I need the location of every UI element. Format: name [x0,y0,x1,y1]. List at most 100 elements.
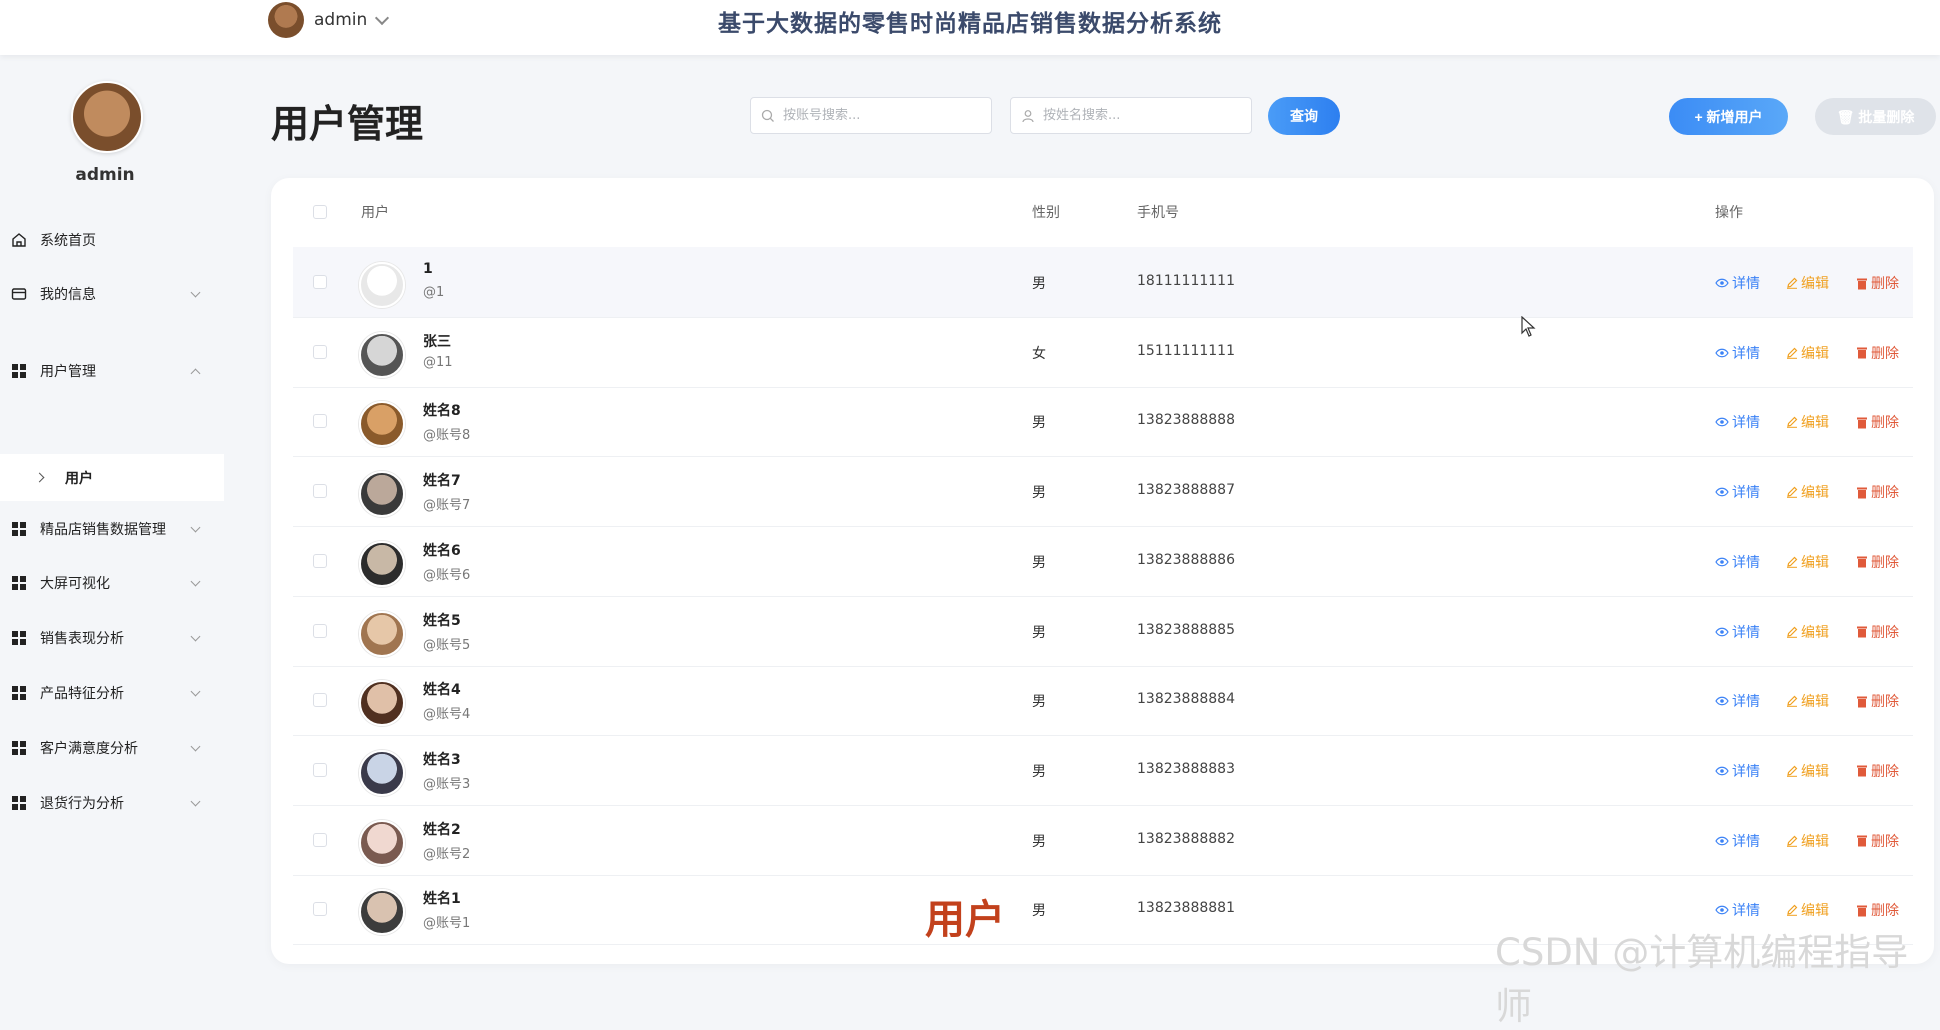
detail-button[interactable]: 详情 [1715,552,1760,572]
detail-button[interactable]: 详情 [1715,412,1760,432]
row-checkbox[interactable] [313,832,327,847]
sidebar-subitem-users[interactable]: 用户 [0,454,224,501]
delete-button[interactable]: 删除 [1856,691,1899,711]
eye-icon [1715,557,1729,567]
select-all-checkbox[interactable] [313,205,327,219]
overlay-label: 用户 [925,897,1005,943]
row-checkbox[interactable] [313,553,327,568]
sidebar-item-product-features[interactable]: 产品特征分析 [0,673,225,713]
row-checkbox[interactable] [313,344,327,359]
sidebar-item-home[interactable]: 系统首页 [0,220,225,260]
eye-icon [1715,418,1729,427]
sidebar-item-label: 退货行为分析 [40,796,124,812]
search-name-field[interactable] [1010,97,1252,134]
table-row: 姓名6 @账号6 男 13823888886 详情 编辑 删除 [293,526,1913,597]
sidebar-item-sales-performance[interactable]: 销售表现分析 [0,618,225,658]
sidebar-item-my-info[interactable]: 我的信息 [0,274,225,314]
row-checkbox[interactable] [313,762,327,777]
user-account: @账号4 [423,707,471,723]
eye-icon [1715,836,1729,845]
delete-button[interactable]: 删除 [1856,761,1899,781]
edit-button[interactable]: 编辑 [1786,412,1829,432]
detail-button[interactable]: 详情 [1715,622,1760,642]
detail-button[interactable]: 详情 [1715,900,1760,920]
edit-button[interactable]: 编辑 [1786,552,1829,572]
delete-button[interactable]: 删除 [1856,273,1899,293]
row-checkbox[interactable] [313,623,327,638]
search-account-input[interactable] [781,107,975,124]
delete-button[interactable]: 删除 [1856,343,1899,363]
sidebar-item-label: 精品店销售数据管理 [40,522,166,538]
delete-label: 删除 [1871,903,1899,920]
user-phone: 13823888882 [1137,830,1235,847]
detail-button[interactable]: 详情 [1715,761,1760,781]
eye-icon [1715,348,1729,358]
user-gender: 男 [1032,276,1046,292]
sidebar-item-big-screen[interactable]: 大屏可视化 [0,563,225,603]
delete-button[interactable]: 删除 [1856,622,1899,642]
detail-button[interactable]: 详情 [1715,831,1760,851]
edit-label: 编辑 [1801,833,1829,850]
sidebar-item-return-behavior[interactable]: 退货行为分析 [0,783,225,823]
edit-label: 编辑 [1801,415,1829,432]
sidebar-item-user-management[interactable]: 用户管理 [0,351,225,391]
sidebar-item-sales-data[interactable]: 精品店销售数据管理 [0,509,225,549]
grid-icon [10,629,28,647]
user-phone: 13823888883 [1137,760,1235,777]
detail-button[interactable]: 详情 [1715,482,1760,502]
sidebar-username: admin [75,165,135,185]
edit-button[interactable]: 编辑 [1786,343,1829,363]
edit-button[interactable]: 编辑 [1786,622,1829,642]
user-gender: 男 [1032,763,1046,780]
search-name-input[interactable] [1041,107,1235,124]
chevron-right-icon [34,472,45,483]
eye-icon [1715,905,1729,915]
row-checkbox[interactable] [313,414,327,429]
user-gender: 男 [1032,624,1046,641]
user-phone: 18111111111 [1137,273,1235,289]
user-gender: 男 [1032,415,1046,432]
sidebar-item-customer-satisfaction[interactable]: 客户满意度分析 [0,728,225,768]
user-account: @账号2 [423,846,471,862]
sidebar-item-label: 产品特征分析 [40,686,124,702]
table-header: 用户 性别 手机号 操作 [293,178,1913,245]
detail-button[interactable]: 详情 [1715,273,1760,293]
row-checkbox[interactable] [313,902,327,917]
delete-button[interactable]: 删除 [1856,412,1899,432]
grid-icon [10,739,28,757]
row-checkbox[interactable] [313,484,327,499]
search-icon [761,109,774,122]
edit-label: 编辑 [1801,276,1829,292]
user-icon [1022,109,1034,122]
delete-button[interactable]: 删除 [1856,831,1899,851]
edit-button[interactable]: 编辑 [1786,900,1829,920]
delete-button[interactable]: 删除 [1856,482,1899,502]
edit-label: 编辑 [1801,763,1829,780]
delete-button[interactable]: 删除 [1856,900,1899,920]
row-checkbox[interactable] [313,275,327,289]
sidebar: admin 系统首页 我的信息 用户管理 用户 精品店销售数据管理 大屏可视化 … [0,55,225,978]
pencil-icon [1787,417,1798,429]
add-user-button[interactable]: + 新增用户 [1669,98,1788,135]
batch-delete-button[interactable]: 🗑 批量删除 [1815,98,1936,135]
chevron-down-icon [190,522,201,532]
detail-label: 详情 [1732,624,1760,641]
detail-label: 详情 [1732,485,1760,502]
edit-button[interactable]: 编辑 [1786,482,1829,502]
edit-button[interactable]: 编辑 [1786,761,1829,781]
batch-delete-label: 批量删除 [1858,108,1915,125]
sidebar-item-label: 大屏可视化 [40,576,110,592]
query-button[interactable]: 查询 [1268,97,1340,135]
user-name: 姓名2 [423,821,461,838]
edit-button[interactable]: 编辑 [1786,691,1829,711]
row-checkbox[interactable] [313,693,327,708]
edit-button[interactable]: 编辑 [1786,273,1829,293]
detail-button[interactable]: 详情 [1715,343,1760,363]
edit-button[interactable]: 编辑 [1786,831,1829,851]
search-account-field[interactable] [750,97,992,134]
detail-button[interactable]: 详情 [1715,691,1760,711]
trash-icon [1857,765,1867,777]
chevron-down-icon [190,631,201,641]
delete-button[interactable]: 删除 [1856,552,1899,572]
sidebar-avatar [71,81,143,153]
